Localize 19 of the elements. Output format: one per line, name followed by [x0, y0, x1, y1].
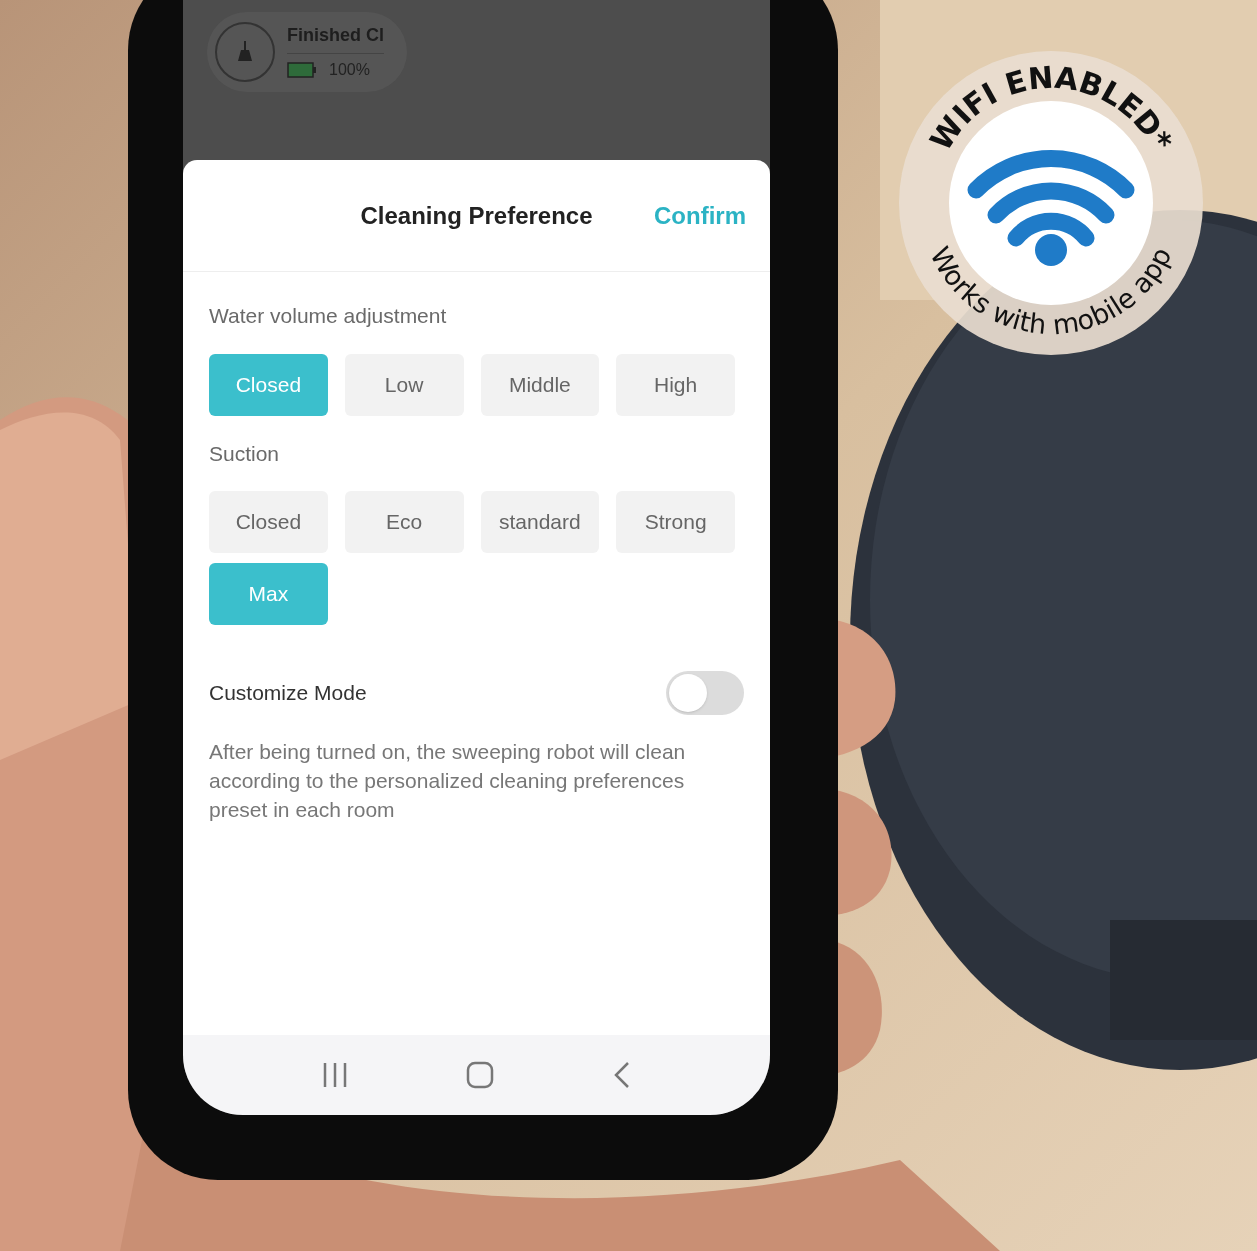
- section-label: Suction: [209, 440, 281, 467]
- option-button[interactable]: Low: [344, 353, 464, 416]
- option-button[interactable]: High: [616, 353, 735, 416]
- customize-description: After being turned on, the sweeping robot will clean according to the personalized cleaning preferences preset in each room: [209, 739, 687, 823]
- recent-apps-icon[interactable]: [322, 1062, 349, 1088]
- option-button[interactable]: Middle: [480, 353, 600, 416]
- back-icon[interactable]: [612, 1061, 631, 1089]
- broom-icon: [235, 41, 255, 63]
- option-button[interactable]: Eco: [344, 491, 464, 553]
- battery-icon: [287, 62, 317, 78]
- option-button[interactable]: Strong: [616, 491, 735, 553]
- home-icon[interactable]: [466, 1061, 495, 1089]
- status-title: Finished Cl: [287, 24, 384, 47]
- toggle-switch[interactable]: [666, 671, 744, 715]
- sheet-title: Cleaning Preference: [360, 200, 593, 231]
- option-button[interactable]: Closed: [209, 491, 328, 553]
- option-button[interactable]: standard: [480, 491, 600, 553]
- section-label: Water volume adjustment: [209, 303, 448, 329]
- customize-label: Customize Mode: [209, 680, 367, 707]
